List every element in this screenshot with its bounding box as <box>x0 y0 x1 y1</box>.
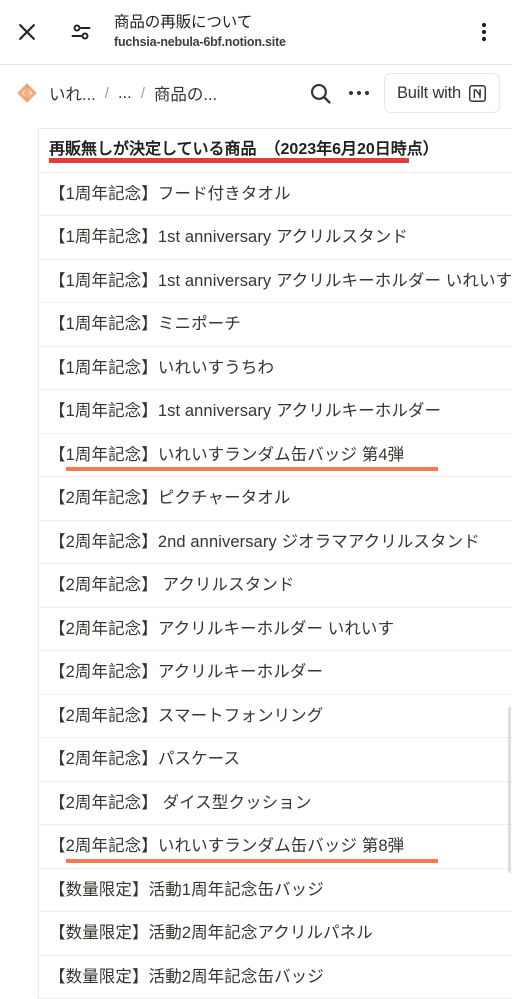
site-favicon <box>17 83 37 103</box>
row-highlight-underline <box>66 858 438 863</box>
table-row[interactable]: 【1周年記念】いれいすうちわ <box>39 347 512 390</box>
product-name: 【1周年記念】1st anniversary アクリルスタンド <box>49 228 408 247</box>
table-row[interactable]: 【2周年記念】パスケース <box>39 738 512 782</box>
product-name: 【1周年記念】いれいすうちわ <box>49 358 275 377</box>
table-row[interactable]: 【2周年記念】 ダイス型クッション <box>39 782 512 825</box>
product-name: 【1周年記念】1st anniversary アクリルキーホルダー いれいす <box>49 271 512 290</box>
close-tab-button[interactable] <box>0 0 54 65</box>
product-list-table: 再販無しが決定している商品 （2023年6月20日時点） 【1周年記念】フード付き… <box>38 128 512 999</box>
breadcrumb-separator: / <box>140 84 145 102</box>
table-row[interactable]: 【2周年記念】アクリルキーホルダー <box>39 651 512 695</box>
table-row[interactable]: 【1周年記念】フード付きタオル <box>39 173 512 216</box>
table-row[interactable]: 【1周年記念】1st anniversary アクリルキーホルダー <box>39 390 512 434</box>
browser-menu-button[interactable] <box>456 0 512 65</box>
search-button[interactable] <box>302 73 340 113</box>
row-highlight-underline <box>66 467 438 471</box>
table-row[interactable]: 【1周年記念】1st anniversary アクリルスタンド <box>39 216 512 260</box>
table-row[interactable]: 【2周年記念】ピクチャータオル <box>39 477 512 521</box>
breadcrumb-separator: / <box>104 84 109 102</box>
notion-top-bar: いれ... / ... / 商品の... Built with <box>0 65 512 122</box>
more-horizontal-icon <box>348 91 369 95</box>
table-row[interactable]: 【1周年記念】1st anniversary アクリルキーホルダー いれいす <box>39 260 512 303</box>
table-row[interactable]: 【数量限定】活動2周年記念缶バッジ <box>39 956 512 999</box>
table-header-row: 再販無しが決定している商品 （2023年6月20日時点） <box>39 129 512 173</box>
table-row[interactable]: 【2周年記念】スマートフォンリング <box>39 695 512 738</box>
table-row[interactable]: 【2周年記念】2nd anniversary ジオラマアクリルスタンド <box>39 521 512 564</box>
search-icon <box>311 83 332 104</box>
table-row[interactable]: 【2周年記念】いれいすランダム缶バッジ 第8弾 <box>39 825 512 869</box>
page-content: 再販無しが決定している商品 （2023年6月20日時点） 【1周年記念】フード付き… <box>0 122 512 999</box>
product-name: 【1周年記念】1st anniversary アクリルキーホルダー <box>49 402 442 421</box>
header-underline <box>49 157 409 163</box>
product-name: 【数量限定】活動2周年記念アクリルパネル <box>49 924 373 943</box>
page-info-button[interactable] <box>54 0 108 65</box>
breadcrumb: いれ... / ... / 商品の... <box>46 79 220 107</box>
product-name: 【数量限定】活動2周年記念缶バッジ <box>49 967 324 986</box>
table-row[interactable]: 【1周年記念】ミニポーチ <box>39 303 512 347</box>
table-row[interactable]: 【1周年記念】いれいすランダム缶バッジ 第4弾 <box>39 434 512 477</box>
page-url: fuchsia-nebula-6bf.notion.site <box>114 35 286 49</box>
product-name: 【2周年記念】 ダイス型クッション <box>49 793 312 812</box>
product-name: 【2周年記念】アクリルキーホルダー <box>49 663 324 682</box>
product-name: 【1周年記念】ミニポーチ <box>49 315 241 334</box>
product-name: 【2周年記念】いれいすランダム缶バッジ 第8弾 <box>49 837 405 856</box>
tab-title-block[interactable]: 商品の再販について fuchsia-nebula-6bf.notion.site <box>108 13 456 51</box>
product-name: 【2周年記念】スマートフォンリング <box>49 706 324 725</box>
product-name: 【1周年記念】いれいすランダム缶バッジ 第4弾 <box>49 445 405 464</box>
breadcrumb-item-1[interactable]: ... <box>115 82 135 105</box>
app-root: 商品の再販について fuchsia-nebula-6bf.notion.site… <box>0 0 512 999</box>
breadcrumb-item-2[interactable]: 商品の... <box>151 79 220 107</box>
page-title: 商品の再販について <box>114 14 253 31</box>
close-icon <box>19 24 35 40</box>
product-name: 【数量限定】活動1周年記念缶バッジ <box>49 880 324 899</box>
vertical-scrollbar[interactable] <box>508 707 511 873</box>
table-row[interactable]: 【数量限定】活動2周年記念アクリルパネル <box>39 912 512 956</box>
notion-logo-icon <box>468 84 487 102</box>
built-with-notion-button[interactable]: Built with <box>383 73 500 113</box>
product-name: 【2周年記念】パスケース <box>49 750 241 769</box>
breadcrumb-item-0[interactable]: いれ... <box>46 79 99 107</box>
product-name: 【2周年記念】 アクリルスタンド <box>49 576 295 595</box>
page-info-tune-icon <box>71 24 91 40</box>
product-name: 【1周年記念】フード付きタオル <box>49 184 291 203</box>
table-row[interactable]: 【2周年記念】 アクリルスタンド <box>39 564 512 608</box>
product-name: 【2周年記念】ピクチャータオル <box>49 489 291 508</box>
product-name: 【2周年記念】2nd anniversary ジオラマアクリルスタンド <box>49 532 480 551</box>
table-row[interactable]: 【2周年記念】アクリルキーホルダー いれいす <box>39 608 512 651</box>
browser-chrome: 商品の再販について fuchsia-nebula-6bf.notion.site <box>0 0 512 65</box>
more-options-button[interactable] <box>340 73 378 113</box>
table-row[interactable]: 【数量限定】活動1周年記念缶バッジ <box>39 869 512 912</box>
built-with-label: Built with <box>396 83 461 102</box>
product-name: 【2周年記念】アクリルキーホルダー いれいす <box>49 619 395 638</box>
more-vertical-icon <box>481 22 487 42</box>
